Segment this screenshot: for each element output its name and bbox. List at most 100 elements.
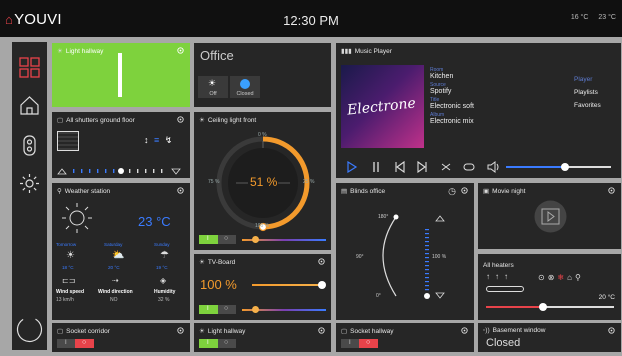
socket-icon: ▢ xyxy=(57,328,64,335)
tick-100: 100 % xyxy=(255,223,270,229)
current-temperature: 23 °C xyxy=(138,214,171,229)
gear-icon[interactable] xyxy=(176,115,185,124)
gear-icon[interactable] xyxy=(317,257,326,266)
tick-25: 25 % xyxy=(303,179,315,185)
window-icon: ▢ xyxy=(57,117,64,124)
equalizer-icon: ▮▮▮ xyxy=(341,48,352,55)
humidity-icon: ◈ xyxy=(160,276,167,285)
indoor-temperature: 23 °C xyxy=(598,14,616,21)
ceiling-light-toggle[interactable]: I ○ xyxy=(199,235,236,244)
angle-90-label: 90° xyxy=(356,254,364,260)
gear-icon[interactable] xyxy=(460,326,469,335)
blinds-position-label: 100 % xyxy=(432,254,447,260)
tile-tv-board: ☀ TV-Board 100 % I ○ xyxy=(194,254,331,320)
socket-hallway-toggle[interactable]: I ○ xyxy=(341,339,378,348)
sun-icon xyxy=(62,203,92,233)
blinds-down-icon xyxy=(435,292,445,299)
shuffle-icon[interactable] xyxy=(441,163,451,171)
settings-icon[interactable] xyxy=(18,172,41,195)
pause-icon[interactable] xyxy=(373,162,379,172)
gear-icon[interactable] xyxy=(176,46,185,55)
tile-ceiling-light: ☀ Ceiling light front 0 % 25 % 75 % 100 %… xyxy=(194,112,331,250)
menu-player[interactable]: Player xyxy=(574,73,601,86)
office-title: Office xyxy=(200,48,234,63)
socket-icon: ▢ xyxy=(341,328,348,335)
shutter-stop-button[interactable]: ≡ xyxy=(154,135,159,145)
wind-direction-label: Wind direction xyxy=(98,289,133,295)
socket-corridor-toggle[interactable]: I ○ xyxy=(57,339,94,348)
slat-angle-control[interactable] xyxy=(336,183,474,320)
blinds-up-icon xyxy=(435,215,445,222)
light-hallway-toggle[interactable]: I ○ xyxy=(199,339,236,348)
previous-icon[interactable] xyxy=(395,160,405,174)
forecast-cloud-sun-icon: ⛅ xyxy=(112,250,125,261)
light-bulb-icon: ☀ xyxy=(199,328,205,335)
tile-all-shutters: ▢ All shutters ground floor ↕ ≡ ↯ xyxy=(52,112,190,178)
shutter-position-slider[interactable] xyxy=(57,163,185,175)
track-info: Room Kitchen Source Spotify Title Electr… xyxy=(430,67,474,125)
play-icon[interactable] xyxy=(347,160,358,174)
heaters-title: All heaters xyxy=(483,262,514,269)
gear-icon[interactable] xyxy=(176,326,185,335)
wind-speed-label: Wind speed xyxy=(56,289,85,295)
tile-weather-station: ⚲ Weather station 23 °C Tomorrow Saturday… xyxy=(52,183,190,320)
next-icon[interactable] xyxy=(417,160,427,174)
tile-light-hallway-top[interactable]: ☀ Light hallway xyxy=(52,43,190,107)
home-icon[interactable] xyxy=(18,94,41,117)
tile-movie-night[interactable]: ▣ Movie night xyxy=(478,183,621,249)
weather-summary: 16 °C 23 °C xyxy=(561,14,616,21)
forecast-sun-icon: ☀ xyxy=(66,250,75,261)
volume-fill xyxy=(506,166,564,168)
power-icon[interactable] xyxy=(15,315,44,344)
dimmer-value: 51 % xyxy=(250,175,278,189)
heater-slider-fill xyxy=(486,306,542,308)
tile-music-player: ▮▮▮ Music Player Electrone Room Kitchen S… xyxy=(336,43,621,178)
shutter-down-button[interactable]: ↯ xyxy=(165,135,173,145)
music-menu: Player Playlists Favorites xyxy=(574,73,601,112)
menu-favorites[interactable]: Favorites xyxy=(574,99,601,112)
tv-board-toggle[interactable]: I ○ xyxy=(199,305,236,314)
movie-scene-icon xyxy=(534,200,567,233)
light-bulb-icon: ☀ xyxy=(199,259,205,266)
wind-direction-icon: ⇢ xyxy=(112,276,119,285)
heater-mode-icons[interactable]: ⊙⊗❄⌂⚲ xyxy=(538,273,584,282)
weather-station-icon: ⚲ xyxy=(57,188,62,195)
repeat-icon[interactable] xyxy=(463,163,475,171)
tile-socket-hallway: ▢ Socket hallway I ○ xyxy=(336,323,474,352)
dashboard-icon[interactable] xyxy=(18,56,41,79)
humidity-value: 32 % xyxy=(158,297,170,303)
heater-knob[interactable] xyxy=(539,303,547,311)
heat-up-arrows[interactable]: ↑↑↑ xyxy=(486,272,513,281)
wind-direction-value: NO xyxy=(110,297,118,303)
outdoor-temperature: 16 °C xyxy=(570,14,589,21)
gear-icon[interactable] xyxy=(317,326,326,335)
forecast-rain-icon: ☂ xyxy=(160,250,169,261)
sensor-icon: ◦)) xyxy=(483,327,490,334)
basement-window-state: Closed xyxy=(486,337,521,349)
humidity-label: Humidity xyxy=(154,289,176,295)
tile-basement-window: ◦)) Basement window Closed xyxy=(478,323,621,352)
shutter-up-button[interactable]: ↕ xyxy=(144,135,149,145)
sidebar xyxy=(12,42,47,350)
remote-icon[interactable] xyxy=(18,134,41,157)
volume-icon[interactable] xyxy=(487,161,499,173)
album-cover: Electrone xyxy=(341,65,424,148)
color-knob[interactable] xyxy=(252,236,259,243)
light-bulb-icon: ☀ xyxy=(208,78,217,88)
wind-speed-value: 13 km/h xyxy=(56,297,74,303)
tv-board-color-knob[interactable] xyxy=(252,306,259,313)
heater-mode-bar xyxy=(486,286,524,292)
volume-knob[interactable] xyxy=(561,163,569,171)
film-icon: ▣ xyxy=(483,188,490,195)
scene-closed-button[interactable]: Closed xyxy=(230,76,260,98)
gear-icon[interactable] xyxy=(607,186,616,195)
tv-board-knob[interactable] xyxy=(318,281,326,289)
menu-playlists[interactable]: Playlists xyxy=(574,86,601,99)
scene-off-button[interactable]: ☀ Off xyxy=(198,76,228,98)
tv-board-brightness-slider[interactable] xyxy=(252,284,320,286)
tile-office: Office ☀ Off Closed xyxy=(194,43,331,107)
top-bar: ⌂YOUVI 12:30 PM 16 °C 23 °C xyxy=(0,0,622,37)
shutter-buttons: ↕ ≡ ↯ xyxy=(144,135,172,146)
gear-icon[interactable] xyxy=(607,326,616,335)
gear-icon[interactable] xyxy=(176,186,185,195)
